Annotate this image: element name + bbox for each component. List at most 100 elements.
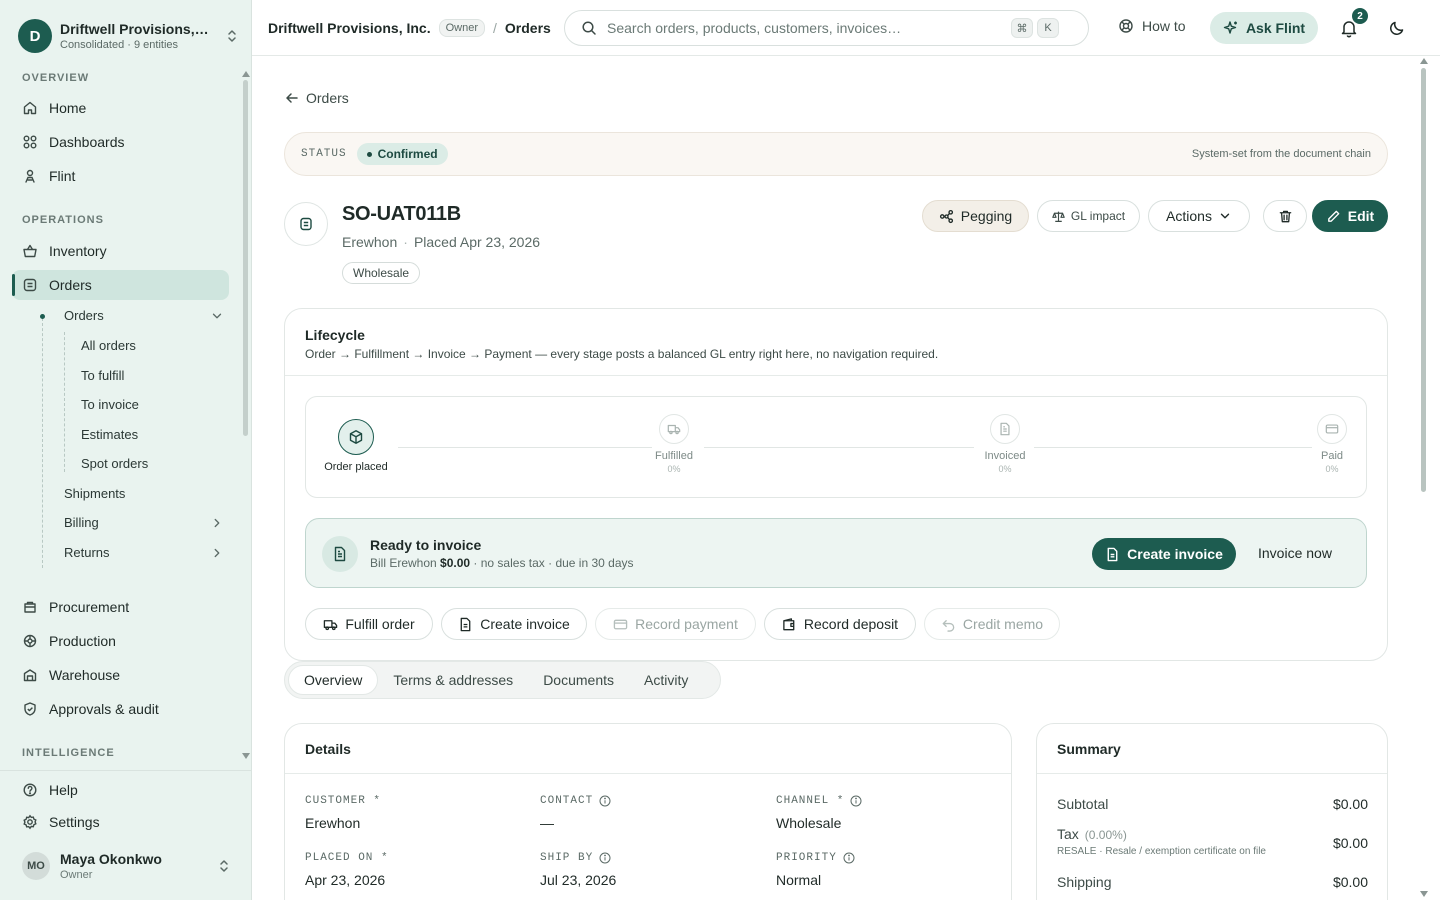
tab-documents[interactable]: Documents: [528, 665, 629, 695]
tab-terms-addresses[interactable]: Terms & addresses: [378, 665, 528, 695]
lifecycle-description: Order → Fulfillment → Invoice → Payment …: [305, 347, 939, 361]
actions-label: Actions: [1166, 208, 1212, 224]
sidebar-item-orders[interactable]: Orders: [12, 270, 229, 300]
status-label: STATUS: [301, 148, 347, 160]
sidebar-subitem-returns[interactable]: Returns: [64, 545, 224, 560]
sidebar-subitem-all-orders[interactable]: All orders: [81, 338, 136, 353]
sidebar-item-label: Home: [49, 100, 87, 116]
scroll-up-arrow-icon[interactable]: [1420, 58, 1428, 64]
ask-flint-button[interactable]: Ask Flint: [1210, 12, 1318, 44]
chevron-right-icon: [214, 548, 220, 557]
sidebar-subitem-estimates[interactable]: Estimates: [81, 427, 138, 442]
main-scrollbar[interactable]: [1421, 68, 1426, 492]
credit-memo-button[interactable]: Credit memo: [924, 608, 1060, 640]
back-label: Orders: [306, 90, 349, 106]
sidebar-item-procurement[interactable]: Procurement: [12, 592, 229, 622]
edit-button[interactable]: Edit: [1312, 200, 1388, 232]
sidebar-item-settings[interactable]: Settings: [12, 807, 229, 837]
field-value[interactable]: Normal: [776, 872, 855, 888]
sidebar-item-warehouse[interactable]: Warehouse: [12, 660, 229, 690]
info-icon[interactable]: [599, 852, 611, 864]
sidebar-subitem-to-invoice[interactable]: To invoice: [81, 397, 139, 412]
tab-overview[interactable]: Overview: [288, 665, 379, 695]
avatar: MO: [22, 852, 50, 880]
create-invoice-primary-button[interactable]: Create invoice: [1092, 538, 1236, 570]
fulfill-order-button[interactable]: Fulfill order: [305, 608, 433, 640]
how-to-button[interactable]: How to: [1118, 18, 1186, 34]
field-label: CHANNEL *: [776, 795, 862, 807]
sidebar-subitem-orders[interactable]: Orders: [64, 308, 224, 323]
sidebar-item-inventory[interactable]: Inventory: [12, 236, 229, 266]
summary-title: Summary: [1057, 741, 1121, 757]
info-icon[interactable]: [850, 795, 862, 807]
info-icon[interactable]: [599, 795, 611, 807]
order-customer[interactable]: Erewhon: [342, 234, 397, 250]
gl-impact-button[interactable]: GL impact: [1037, 200, 1140, 232]
field-value[interactable]: Jul 23, 2026: [540, 872, 616, 888]
scroll-up-arrow-icon[interactable]: [242, 71, 250, 77]
subitem-label: Shipments: [64, 486, 126, 501]
sidebar-subitem-shipments[interactable]: Shipments: [64, 486, 224, 501]
sidebar-item-production[interactable]: Production: [12, 626, 229, 656]
sidebar-item-home[interactable]: Home: [12, 93, 229, 123]
step-paid[interactable]: Paid 0%: [1292, 414, 1372, 474]
action-label: Record payment: [635, 616, 738, 632]
ready-icon-badge: [322, 536, 358, 572]
back-link[interactable]: Orders: [284, 90, 349, 106]
record-deposit-button[interactable]: Record deposit: [764, 608, 916, 640]
tab-activity[interactable]: Activity: [629, 665, 703, 695]
actions-dropdown[interactable]: Actions: [1148, 200, 1250, 232]
sidebar-item-dashboards[interactable]: Dashboards: [12, 127, 229, 157]
delete-button[interactable]: [1263, 200, 1307, 232]
step-fulfilled[interactable]: Fulfilled 0%: [634, 414, 714, 474]
field-value[interactable]: —: [540, 815, 611, 831]
field-value[interactable]: Apr 23, 2026: [305, 872, 389, 888]
document-icon: [334, 546, 346, 562]
kbd-k: K: [1037, 18, 1059, 38]
sidebar-subitem-spot-orders[interactable]: Spot orders: [81, 456, 148, 471]
sidebar-item-approvals[interactable]: Approvals & audit: [12, 694, 229, 724]
invoice-now-button[interactable]: Invoice now: [1258, 545, 1332, 561]
search-input[interactable]: [607, 20, 1007, 36]
step-label: Invoiced: [984, 450, 1026, 462]
sidebar-item-help[interactable]: Help: [12, 775, 229, 805]
sidebar-divider: [0, 770, 252, 771]
truck-icon: [667, 424, 681, 435]
breadcrumb-org[interactable]: Driftwell Provisions, Inc.: [268, 20, 431, 36]
ready-title: Ready to invoice: [370, 537, 482, 553]
scroll-down-arrow-icon[interactable]: [242, 753, 250, 759]
field-priority: PRIORITY Normal: [776, 852, 855, 888]
summary-value: $0.00: [1332, 874, 1368, 890]
card-icon: [1325, 424, 1339, 434]
workspace-switcher[interactable]: D Driftwell Provisions, Inc. Consolidate…: [18, 18, 240, 54]
create-invoice-button[interactable]: Create invoice: [441, 608, 587, 640]
user-menu[interactable]: MO Maya Okonkwo Owner: [22, 848, 232, 884]
breadcrumb-current[interactable]: Orders: [505, 20, 551, 36]
field-ship-by: SHIP BY Jul 23, 2026: [540, 852, 616, 888]
step-invoiced[interactable]: Invoiced 0%: [965, 414, 1045, 474]
field-contact: CONTACT —: [540, 795, 611, 831]
summary-label: Shipping: [1057, 874, 1112, 890]
record-payment-button[interactable]: Record payment: [595, 608, 756, 640]
field-value[interactable]: Erewhon: [305, 815, 381, 831]
pegging-button[interactable]: Pegging: [922, 200, 1029, 232]
field-label: PRIORITY: [776, 852, 855, 864]
moon-icon[interactable]: [1388, 19, 1406, 37]
sidebar-item-flint[interactable]: Flint: [12, 161, 229, 191]
sidebar-subitem-to-fulfill[interactable]: To fulfill: [81, 368, 124, 383]
field-value[interactable]: Wholesale: [776, 815, 862, 831]
home-icon: [23, 101, 37, 115]
lifecycle-stepper: Order placed Fulfilled 0% Invoiced 0% Pa…: [305, 396, 1367, 498]
sidebar-subitem-billing[interactable]: Billing: [64, 515, 224, 530]
scale-icon: [1052, 211, 1065, 222]
sidebar-item-label: Help: [49, 782, 78, 798]
sidebar-scrollbar[interactable]: [243, 80, 248, 436]
step-order-placed[interactable]: Order placed: [316, 419, 396, 473]
tree-guide: [64, 332, 65, 472]
basket-icon: [23, 244, 37, 258]
kbd-cmd: ⌘: [1011, 18, 1033, 38]
global-search[interactable]: ⌘ K: [564, 10, 1089, 46]
info-icon[interactable]: [843, 852, 855, 864]
step-circle: [659, 414, 689, 444]
scroll-down-arrow-icon[interactable]: [1420, 891, 1428, 897]
